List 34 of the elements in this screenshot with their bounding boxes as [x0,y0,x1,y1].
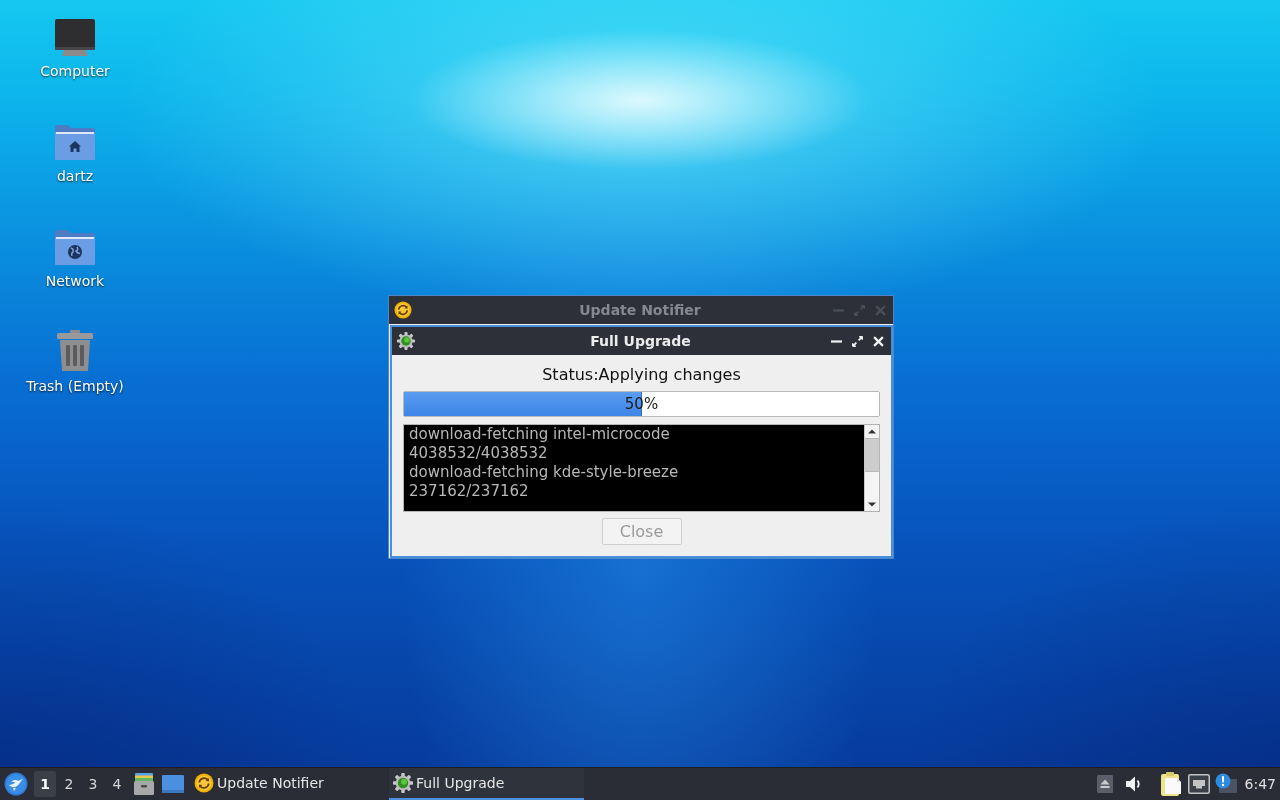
log-line: 237162/237162 [409,482,529,501]
computer-icon[interactable] [55,19,95,56]
gear-icon [393,773,413,793]
desktop-icon-label[interactable]: Trash (Empty) [26,378,124,395]
desktop-icon-label[interactable]: Network [45,273,105,290]
volume-icon[interactable] [1124,775,1143,793]
refresh-icon [194,773,214,793]
gear-icon [397,332,415,350]
task-button[interactable]: Full Upgrade [389,768,584,800]
task-button[interactable]: Update Notifier [190,768,385,800]
status-label: Status:Applying changes [542,364,741,386]
app-menu-icon[interactable] [4,772,28,796]
clipboard-icon[interactable] [1160,772,1183,796]
refresh-icon [394,301,412,319]
file-cabinet-icon[interactable] [134,773,154,795]
workspace-button[interactable]: 4 [106,771,128,797]
home-folder-icon[interactable] [54,124,96,161]
window-title: Full Upgrade [590,333,691,349]
title-bar[interactable]: Full Upgrade [392,327,891,355]
window-title: Update Notifier [579,302,701,318]
notification-icon[interactable] [1214,773,1237,795]
network-icon[interactable] [1187,774,1210,794]
log-line: 4038532/4038532 [409,444,548,463]
scrollbar-track[interactable] [864,425,879,511]
clock[interactable]: 6:47 [1244,776,1276,792]
eject-icon[interactable] [1096,775,1113,793]
workspace-button[interactable]: 1 [34,771,56,797]
log-line: download-fetching intel-microcode [409,425,670,444]
workspace-button[interactable]: 2 [58,771,80,797]
network-folder-icon[interactable] [54,229,96,266]
progress-text: 50% [624,395,659,413]
workspace-button[interactable]: 3 [82,771,104,797]
scrollbar-thumb[interactable] [865,438,879,472]
log-line: download-fetching kde-style-breeze [409,463,679,482]
